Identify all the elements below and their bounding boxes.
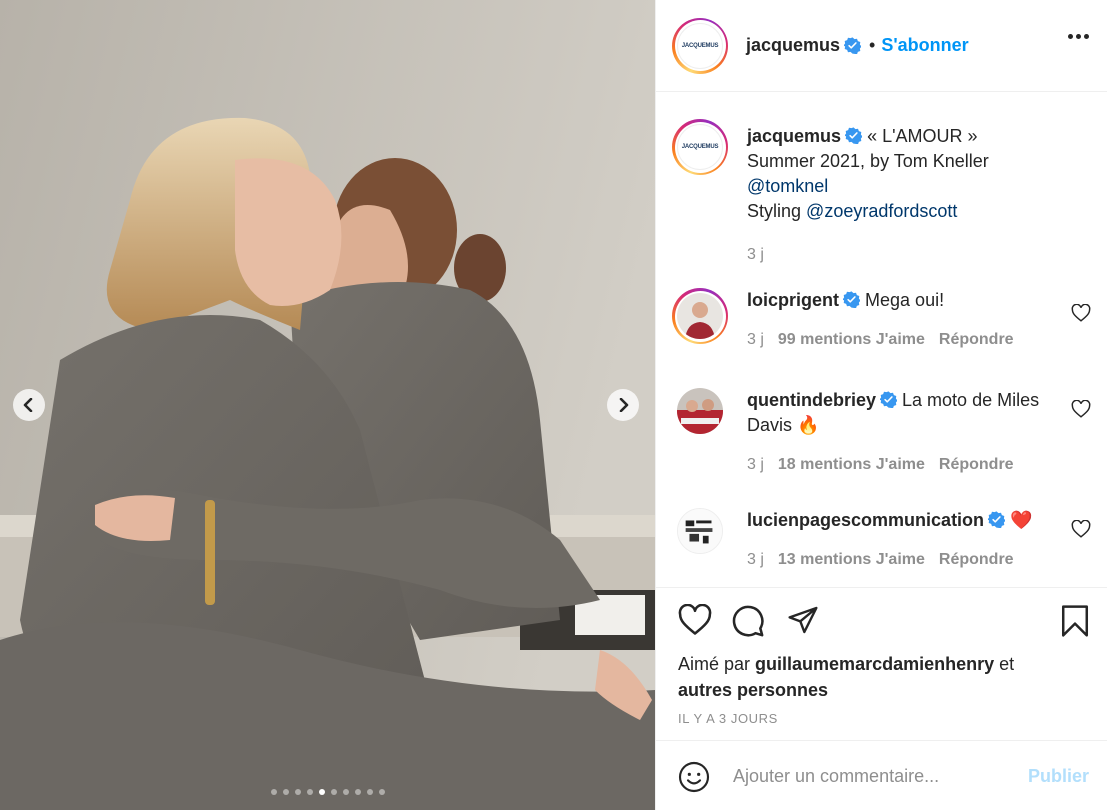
like-heart-icon[interactable] xyxy=(678,604,712,636)
likes-conjunction: et xyxy=(999,654,1015,674)
avatar-photo xyxy=(677,508,723,554)
add-comment-bar: Ajouter un commentaire... Publier xyxy=(656,740,1107,810)
verified-badge-icon xyxy=(988,511,1006,528)
post-timestamp[interactable]: IL Y A 3 JOURS xyxy=(678,711,778,726)
carousel-dot xyxy=(282,789,289,795)
verified-badge-icon xyxy=(843,291,861,308)
carousel-dot xyxy=(354,789,361,795)
more-options-icon[interactable] xyxy=(1068,34,1089,39)
comment-input[interactable]: Ajouter un commentaire... xyxy=(733,766,939,787)
verified-badge-icon xyxy=(880,391,898,408)
author-avatar[interactable]: JACQUEMUS xyxy=(672,17,728,74)
author-username[interactable]: jacquemus xyxy=(746,35,840,56)
comment-text: Mega oui! xyxy=(865,290,945,310)
caption-username[interactable]: jacquemus xyxy=(747,126,841,146)
likes-summary: Aimé par guillaumemarcdamienhenry et aut… xyxy=(678,651,1087,703)
likes-prefix: Aimé par xyxy=(678,654,751,674)
caption-avatar[interactable]: JACQUEMUS xyxy=(672,119,728,175)
comment-bubble-icon[interactable] xyxy=(731,604,765,638)
comment-username[interactable]: loicprigent xyxy=(747,290,839,310)
commenter-avatar[interactable] xyxy=(677,508,723,559)
chevron-left-icon xyxy=(23,398,33,412)
avatar-logo-text: JACQUEMUS xyxy=(677,124,723,170)
post-media[interactable] xyxy=(0,0,655,810)
like-comment-heart-icon[interactable] xyxy=(1071,520,1091,538)
post-actions: Aimé par guillaumemarcdamienhenry et aut… xyxy=(656,587,1107,740)
comment-username[interactable]: lucienpagescommunication xyxy=(747,510,984,530)
commenter-avatar[interactable] xyxy=(672,288,728,344)
like-comment-heart-icon[interactable] xyxy=(1071,400,1091,418)
caption-time[interactable]: 3 j xyxy=(747,246,764,263)
post-photo xyxy=(0,0,655,810)
mention-link[interactable]: @tomknel xyxy=(747,176,828,196)
carousel-dot xyxy=(342,789,349,795)
comment-username[interactable]: quentindebriey xyxy=(747,390,876,410)
carousel-dot xyxy=(270,789,277,795)
carousel-dot xyxy=(366,789,373,795)
save-bookmark-icon[interactable] xyxy=(1059,604,1091,638)
carousel-indicator xyxy=(0,789,655,795)
comment-likes-count[interactable]: 99 mentions J'aime xyxy=(778,331,925,348)
comment-time[interactable]: 3 j xyxy=(747,551,764,568)
post-header: JACQUEMUS jacquemus • S'abonner xyxy=(656,0,1107,92)
comment-likes-count[interactable]: 18 mentions J'aime xyxy=(778,456,925,473)
liked-by-user-link[interactable]: guillaumemarcdamienhenry xyxy=(755,654,994,674)
other-likers-link[interactable]: autres personnes xyxy=(678,680,828,700)
like-comment-heart-icon[interactable] xyxy=(1071,304,1091,322)
carousel-dot xyxy=(306,789,313,795)
avatar-photo xyxy=(677,293,723,339)
carousel-dot xyxy=(330,789,337,795)
verified-badge-icon xyxy=(845,127,863,144)
commenter-avatar[interactable] xyxy=(677,388,723,439)
carousel-dot xyxy=(318,789,325,795)
follow-button[interactable]: S'abonner xyxy=(881,35,968,56)
styling-label: Styling xyxy=(747,201,802,221)
reply-button[interactable]: Répondre xyxy=(939,456,1014,473)
reply-button[interactable]: Répondre xyxy=(939,551,1014,568)
post-sidebar: JACQUEMUS jacquemus • S'abonner JACQUEMU… xyxy=(655,0,1107,810)
comment-text: ❤️ xyxy=(1010,510,1033,530)
header-separator: • xyxy=(869,35,876,55)
reply-button[interactable]: Répondre xyxy=(939,331,1014,348)
caption-line-2: Summer 2021, by Tom Kneller xyxy=(747,151,989,171)
comment-likes-count[interactable]: 13 mentions J'aime xyxy=(778,551,925,568)
comment-time[interactable]: 3 j xyxy=(747,456,764,473)
previous-slide-button[interactable] xyxy=(13,389,45,421)
avatar-logo-text: JACQUEMUS xyxy=(677,22,723,69)
emoji-smiley-icon[interactable] xyxy=(678,761,710,793)
carousel-dot xyxy=(378,789,385,795)
comments-list[interactable]: JACQUEMUS jacquemus « L'AMOUR » Summer 2… xyxy=(656,93,1107,587)
verified-badge-icon xyxy=(844,37,862,54)
carousel-dot xyxy=(294,789,301,795)
next-slide-button[interactable] xyxy=(607,389,639,421)
mention-link[interactable]: @zoeyradfordscott xyxy=(806,201,957,221)
caption-line-1: « L'AMOUR » xyxy=(867,126,978,146)
chevron-right-icon xyxy=(619,398,629,412)
avatar-photo xyxy=(677,388,723,434)
share-paper-plane-icon[interactable] xyxy=(786,604,820,636)
publish-button[interactable]: Publier xyxy=(1028,766,1089,787)
comment-time[interactable]: 3 j xyxy=(747,331,764,348)
